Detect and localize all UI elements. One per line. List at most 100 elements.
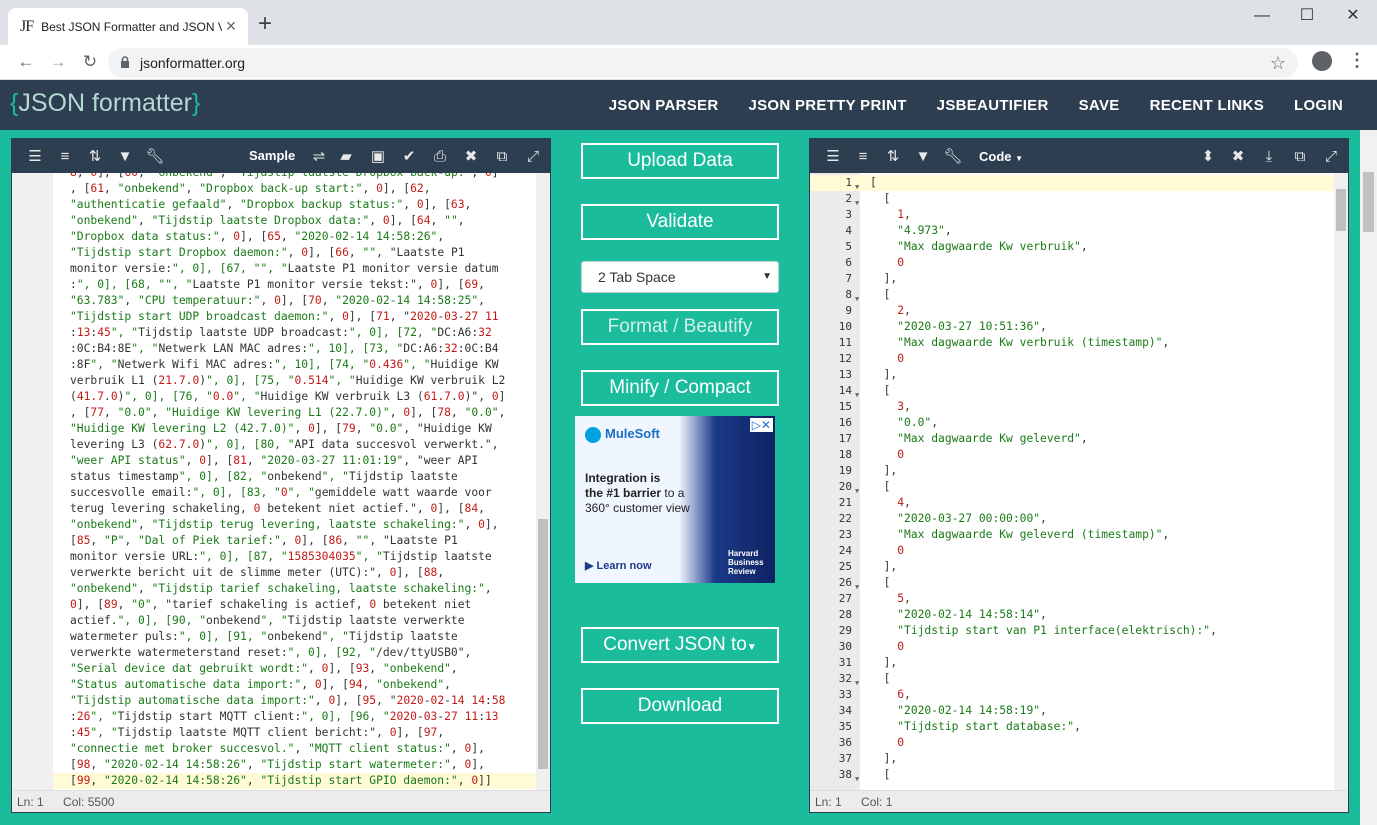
output-col-status: Col: 1 [861,795,893,809]
fold-toggle-icon[interactable]: ▼ [855,483,859,499]
nav-json-pretty-print[interactable]: JSON PRETTY PRINT [748,97,906,114]
input-editor[interactable]: 8, 0], [60, "onbekend", "Tijdstip laatst… [12,173,550,790]
nav-recent-links[interactable]: RECENT LINKS [1150,97,1264,114]
format-beautify-button[interactable]: Format / Beautify [581,309,779,345]
nav-save[interactable]: SAVE [1079,97,1120,114]
profile-icon[interactable] [1312,51,1332,71]
tab-space-select[interactable]: 2 Tab Space ▼ [581,261,779,293]
browser-tab-strip: JF Best JSON Formatter and JSON V × + — … [0,0,1377,45]
output-editor[interactable]: 1 ▼[2 ▼ [3 1, 4 "4.973", 5 "Max dagwaarde Kw… [810,173,1348,790]
output-scrollbar[interactable] [1334,173,1348,790]
line-number: 18 [838,448,852,461]
code-line: ], [870,368,898,381]
input-text-line: "Tijdstip start UDP broadcast daemon:", … [70,310,499,323]
compact-icon[interactable]: ≡ [50,148,80,165]
copy-icon[interactable]: ⧉ [1285,148,1315,165]
fullscreen-icon[interactable]: ⤢ [518,148,548,165]
filter-icon[interactable]: ▼ [110,148,140,165]
clear-icon[interactable]: ✖ [1223,147,1253,165]
forward-icon[interactable]: → [42,52,74,72]
minimize-icon[interactable]: — [1239,0,1285,32]
input-line-status: Ln: 1 [17,795,44,809]
ad-brand-text: MuleSoft [605,426,660,441]
fold-toggle-icon[interactable]: ▼ [855,179,859,195]
nav-jsbeautifier[interactable]: JSBEAUTIFIER [937,97,1049,114]
input-text-line: terug levering schakeling, 0 betekent ni… [70,502,485,515]
input-text-line: 0], [89, "0", "tarief schakeling is acti… [70,598,472,611]
input-scrollbar[interactable] [536,173,550,790]
download-button[interactable]: Download [581,688,779,724]
code-line: [ [870,192,891,205]
open-folder-icon[interactable]: ▰ [331,147,361,165]
address-bar[interactable]: jsonformatter.org ☆ [108,48,1298,78]
wrench-icon[interactable]: 🔧︎ [140,147,170,165]
caret-down-icon: ▼ [746,642,757,653]
nav-login[interactable]: LOGIN [1294,97,1343,114]
input-text-line: :8F", "Netwerk Wifi MAC adres:", 10], [7… [70,358,499,371]
indent-icon[interactable]: ☰ [20,147,50,165]
sort-icon[interactable]: ⇅ [80,147,110,165]
bookmark-star-icon[interactable]: ☆ [1270,53,1286,74]
input-text-line: verwerkte watermeterstand reset:", 0], [… [70,646,472,659]
code-mode-dropdown[interactable]: Code ▼ [979,149,1023,164]
fold-toggle-icon[interactable]: ▼ [855,771,859,787]
fold-toggle-icon[interactable]: ▼ [855,195,859,211]
browser-tab[interactable]: JF Best JSON Formatter and JSON V × [8,8,248,45]
code-line: 1, [897,208,911,221]
code-line: "Tijdstip start van P1 interface(elektri… [897,624,1217,637]
minify-compact-button[interactable]: Minify / Compact [581,370,779,406]
menu-icon[interactable]: ⋮ [1348,50,1366,71]
input-text-line: actief.", 0], [90, "onbekend", "Tijdstip… [70,614,465,627]
ad-text: Integration is the #1 barrier to a 360° c… [585,471,695,516]
fold-toggle-icon[interactable]: ▼ [855,387,859,403]
fold-toggle-icon[interactable]: ▼ [855,291,859,307]
wrench-icon[interactable]: 🔧︎ [938,147,968,165]
clear-icon[interactable]: ✖ [456,147,486,165]
line-number: 36 [838,736,852,749]
ad-line1: Integration is [585,471,661,485]
upload-data-button[interactable]: Upload Data [581,143,779,179]
check-icon[interactable]: ✔ [394,147,424,165]
input-text-line: [85, "P", "Dal of Piek tarief:", 0], [86… [70,534,458,547]
logo-text: JSON formatter [18,89,193,117]
new-tab-icon[interactable]: + [258,10,272,38]
validate-button[interactable]: Validate [581,204,779,240]
page-scrollbar[interactable] [1360,130,1377,825]
back-icon[interactable]: ← [10,52,42,72]
code-line: ], [870,464,898,477]
fold-toggle-icon[interactable]: ▼ [855,579,859,595]
line-number: 30 [838,640,852,653]
sample-button[interactable]: Sample [249,148,295,163]
code-line: [ [870,384,891,397]
print-icon[interactable]: ⎙ [425,148,455,165]
close-window-icon[interactable]: ✕ [1330,0,1376,32]
input-text-line: succesvolle email:", 0], [83, "0", "gemi… [70,486,492,499]
usb-icon[interactable]: ⇌ [304,147,334,165]
fullscreen-icon[interactable]: ⤢ [1316,148,1346,165]
filter-icon[interactable]: ▼ [908,148,938,165]
nav-json-parser[interactable]: JSON PARSER [609,97,719,114]
fold-toggle-icon[interactable]: ▼ [855,675,859,691]
site-logo[interactable]: {JSON formatter} [10,89,200,118]
close-tab-icon[interactable]: × [222,16,240,37]
line-number: 10 [838,320,852,333]
input-text-line: :0C:B4:8E", "Netwerk LAN MAC adres:", 10… [70,342,499,355]
input-text-line: "onbekend", "Tijdstip terug levering, la… [70,518,499,531]
reload-icon[interactable]: ↻ [74,52,106,72]
download-icon[interactable]: ⤓ [1254,148,1284,165]
sort-icon[interactable]: ⇅ [878,147,908,165]
save-icon[interactable]: ▣ [363,147,393,165]
input-text-line: "Dropbox data status:", 0], [65, "2020-0… [70,230,445,243]
code-line: [ [870,768,891,781]
ad-close-icon[interactable]: ▷✕ [749,418,773,432]
copy-icon[interactable]: ⧉ [487,148,517,165]
maximize-icon[interactable]: ☐ [1284,0,1330,32]
pin-icon[interactable]: ⬍ [1193,147,1223,165]
advertisement[interactable]: MuleSoft Integration is the #1 barrier to… [575,416,775,583]
ad-learn-now[interactable]: ▶ Learn now [585,559,652,572]
compact-icon[interactable]: ≡ [848,148,878,165]
line-number: 31 [838,656,852,669]
convert-json-button[interactable]: Convert JSON to▼ [581,627,779,663]
indent-icon[interactable]: ☰ [818,147,848,165]
input-text-line: :", 0], [68, "", "Laatste P1 monitor ver… [70,278,485,291]
